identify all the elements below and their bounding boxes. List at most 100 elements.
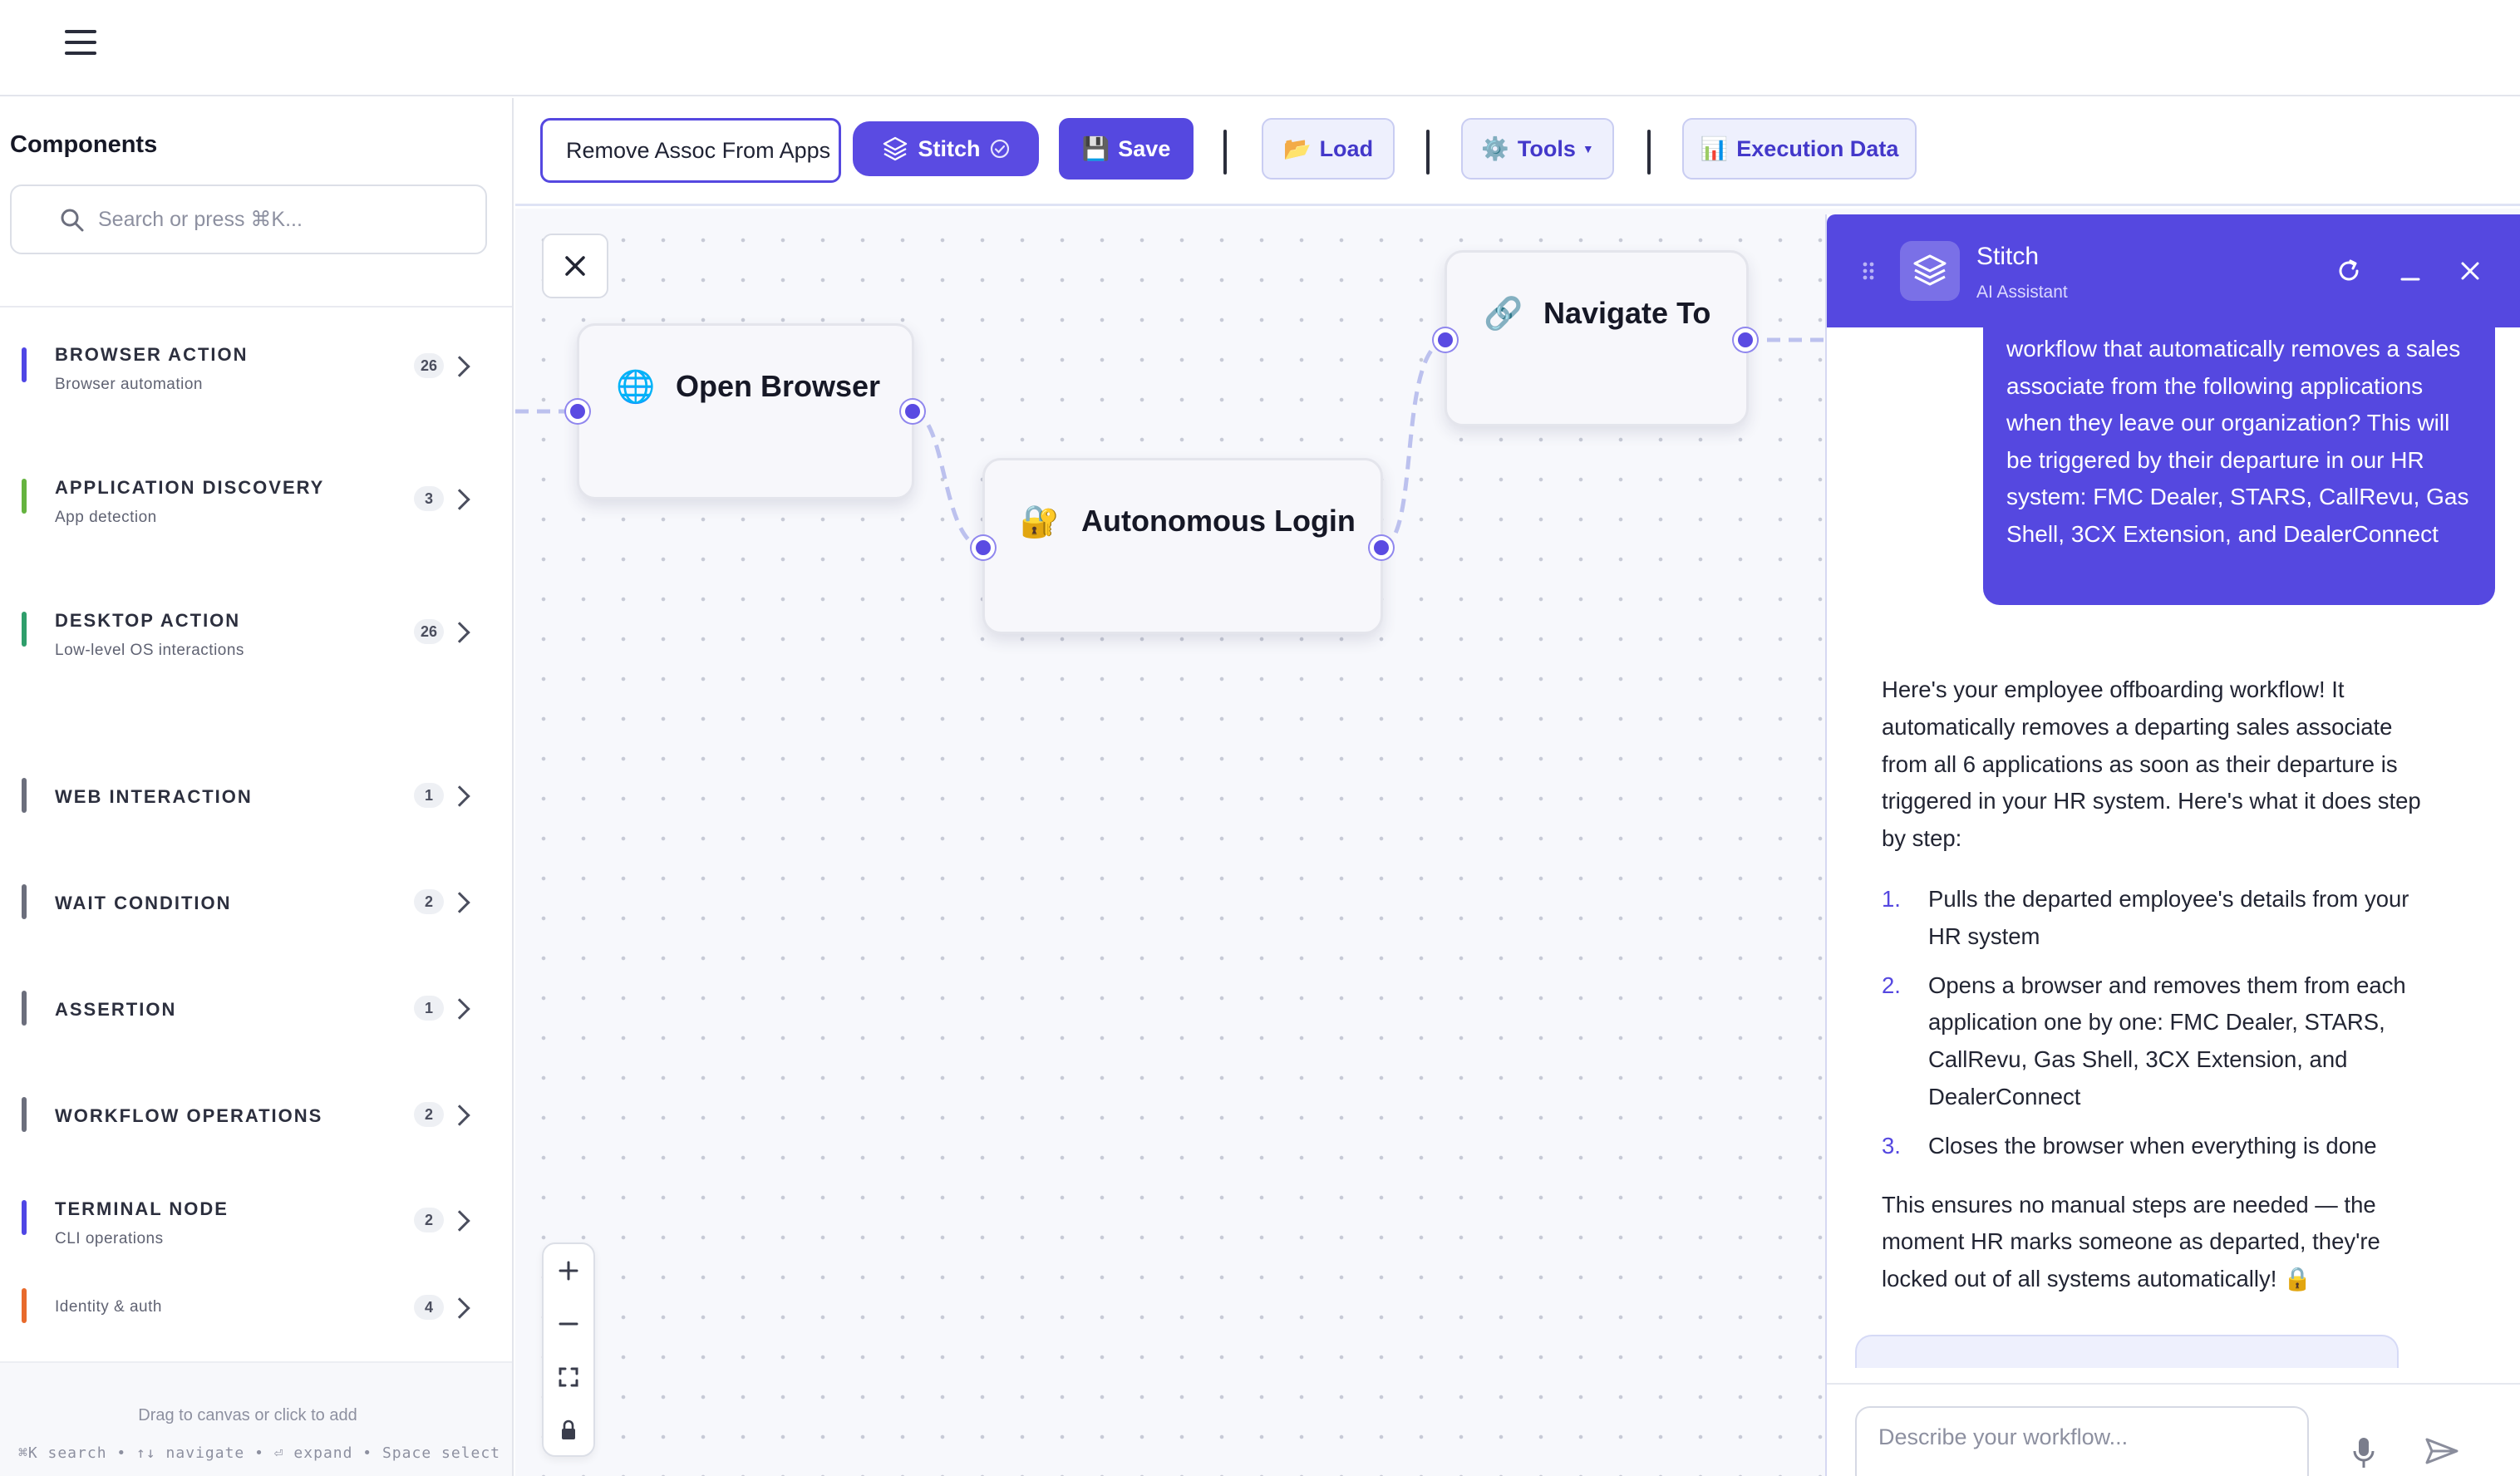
close-icon[interactable] xyxy=(2454,254,2487,288)
assistant-subtitle: AI Assistant xyxy=(1976,283,2068,302)
chevron-right-icon xyxy=(449,622,470,643)
category-name: DESKTOP ACTION xyxy=(55,610,241,631)
category-browser-action[interactable]: BROWSER ACTION Browser automation 26 xyxy=(0,316,512,407)
stitch-label: Stitch xyxy=(918,135,981,161)
zoom-controls xyxy=(542,1242,595,1457)
category-name: WORKFLOW OPERATIONS xyxy=(55,1105,323,1126)
category-count-badge: 26 xyxy=(414,353,444,378)
category-name: BROWSER ACTION xyxy=(55,344,249,365)
category-color-bar xyxy=(22,778,27,813)
chat-input-area xyxy=(1827,1383,2520,1476)
search-input[interactable] xyxy=(98,201,464,238)
save-label: Save xyxy=(1118,135,1171,161)
refresh-icon[interactable] xyxy=(2332,254,2365,288)
chevron-right-icon xyxy=(449,1297,470,1319)
assistant-message: Here's your employee offboarding workflo… xyxy=(1882,672,2437,1298)
node-output-handle[interactable] xyxy=(901,400,924,423)
category-count-badge: 2 xyxy=(414,1102,444,1127)
chevron-right-icon xyxy=(449,356,470,377)
category-count-badge: 2 xyxy=(414,889,444,914)
category-identity-auth[interactable]: Identity & auth 4 xyxy=(0,1268,512,1360)
stitch-button[interactable]: Stitch xyxy=(853,121,1039,176)
zoom-in-button[interactable] xyxy=(544,1246,593,1296)
category-web-interaction[interactable]: WEB INTERACTION 1 xyxy=(0,768,512,859)
category-description: App detection xyxy=(55,509,157,526)
menu-icon[interactable] xyxy=(65,30,98,57)
chevron-right-icon xyxy=(449,489,470,510)
category-desktop-action[interactable]: DESKTOP ACTION Low-level OS interactions… xyxy=(0,582,512,673)
execution-data-label: Execution Data xyxy=(1736,135,1899,161)
node-output-handle[interactable] xyxy=(1734,328,1757,352)
category-count-badge: 1 xyxy=(414,996,444,1021)
save-icon: 💾 xyxy=(1081,136,1110,161)
node-input-handle[interactable] xyxy=(566,400,589,423)
sidebar-title: Components xyxy=(10,131,158,158)
node-input-handle[interactable] xyxy=(1434,328,1457,352)
workflow-name-input[interactable] xyxy=(540,118,841,183)
toolbar-divider xyxy=(1223,130,1227,175)
top-bar xyxy=(0,0,2520,96)
zoom-out-button[interactable] xyxy=(544,1299,593,1349)
execution-data-button[interactable]: 📊 Execution Data xyxy=(1682,118,1917,180)
category-wait-condition[interactable]: WAIT CONDITION 2 xyxy=(0,874,512,966)
node-input-handle[interactable] xyxy=(972,536,995,559)
stitch-assistant-panel: Stitch AI Assistant workflow that automa… xyxy=(1825,214,2520,1476)
step-text: Closes the browser when everything is do… xyxy=(1928,1132,2377,1159)
bar-chart-icon: 📊 xyxy=(1700,136,1729,161)
node-autonomous-login[interactable]: 🔐 Autonomous Login xyxy=(982,458,1383,634)
tools-dropdown-button[interactable]: ⚙️ Tools ▼ xyxy=(1461,118,1614,180)
node-label: Navigate To xyxy=(1543,296,1711,330)
user-message: workflow that automatically removes a sa… xyxy=(1983,324,2495,605)
globe-icon: 🌐 xyxy=(616,370,656,405)
fit-view-button[interactable] xyxy=(544,1352,593,1402)
drag-handle-icon[interactable] xyxy=(1862,261,1875,281)
category-terminal-node[interactable]: TERMINAL NODE CLI operations 2 xyxy=(0,1170,512,1262)
components-sidebar: Components BROWSER ACTION Browser automa… xyxy=(0,98,514,1476)
category-description: Low-level OS interactions xyxy=(55,642,244,659)
step-number: 2. xyxy=(1882,972,1901,998)
category-count-badge: 2 xyxy=(414,1208,444,1232)
chat-messages[interactable]: workflow that automatically removes a sa… xyxy=(1827,324,2520,1383)
chevron-right-icon xyxy=(449,785,470,807)
send-icon[interactable] xyxy=(2424,1434,2460,1468)
close-canvas-button[interactable] xyxy=(542,234,608,298)
category-count-badge: 26 xyxy=(414,619,444,644)
folder-icon: 📂 xyxy=(1282,136,1312,161)
category-count-badge: 3 xyxy=(414,486,444,511)
divider xyxy=(0,306,512,308)
chevron-right-icon xyxy=(449,998,470,1020)
workflow-description-input[interactable] xyxy=(1855,1406,2309,1476)
step-list: 1. Pulls the departed employee's details … xyxy=(1882,881,2437,1165)
search-icon xyxy=(61,209,84,232)
step-number: 1. xyxy=(1882,885,1901,912)
lock-canvas-button[interactable] xyxy=(544,1405,593,1455)
assistant-title: Stitch xyxy=(1976,243,2040,270)
chevron-right-icon xyxy=(449,1105,470,1126)
reply-outro: This ensures no manual steps are needed … xyxy=(1882,1191,2380,1292)
list-item: 1. Pulls the departed employee's details … xyxy=(1882,881,2437,956)
node-output-handle[interactable] xyxy=(1370,536,1393,559)
category-color-bar xyxy=(22,347,27,382)
step-text: Opens a browser and removes them from ea… xyxy=(1928,972,2406,1109)
category-name: ASSERTION xyxy=(55,999,177,1020)
workflow-toolbar: Stitch 💾 Save 📂 Load ⚙️ Tools ▼ 📊 Execut… xyxy=(515,98,2520,206)
edge-login-to-navigate xyxy=(1381,337,1447,550)
category-color-bar xyxy=(22,991,27,1026)
category-description: Identity & auth xyxy=(55,1298,162,1316)
microphone-icon[interactable] xyxy=(2349,1433,2379,1473)
category-workflow-operations[interactable]: WORKFLOW OPERATIONS 2 xyxy=(0,1087,512,1178)
node-open-browser[interactable]: 🌐 Open Browser xyxy=(577,323,914,499)
gear-icon: ⚙️ xyxy=(1481,136,1509,161)
sidebar-footer: Drag to canvas or click to add ⌘K search… xyxy=(0,1361,512,1476)
category-name: APPLICATION DISCOVERY xyxy=(55,477,325,498)
category-application-discovery[interactable]: APPLICATION DISCOVERY App detection 3 xyxy=(0,449,512,540)
minimize-icon[interactable] xyxy=(2394,254,2427,288)
category-assertion[interactable]: ASSERTION 1 xyxy=(0,981,512,1072)
load-button[interactable]: 📂 Load xyxy=(1262,118,1395,180)
save-button[interactable]: 💾 Save xyxy=(1059,118,1194,180)
tools-label: Tools xyxy=(1517,135,1576,161)
minus-icon xyxy=(559,1322,578,1326)
category-name: TERMINAL NODE xyxy=(55,1198,229,1219)
component-search[interactable] xyxy=(10,184,487,254)
node-navigate-to[interactable]: 🔗 Navigate To xyxy=(1445,250,1749,426)
